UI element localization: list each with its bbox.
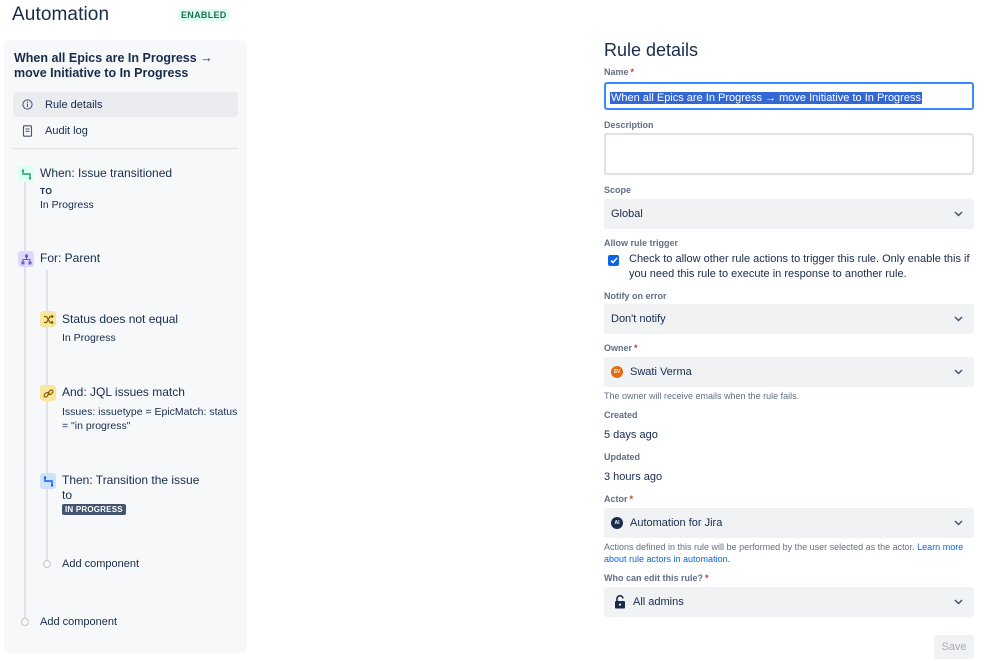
name-input[interactable]: When all Epics are In Progress → move In…: [604, 82, 974, 110]
add-component-node: [43, 560, 51, 568]
status-lozenge: IN PROGRESS: [62, 504, 126, 515]
action-title: Then: Transition the issue to: [62, 473, 200, 502]
created-value: 5 days ago: [604, 429, 658, 441]
editors-label-text: Who can edit this rule?: [604, 573, 704, 583]
rule-sidebar: When all Epics are In Progress → move In…: [4, 40, 247, 653]
editors-label: Who can edit this rule? *: [604, 573, 709, 583]
condition-status-value: In Progress: [62, 332, 116, 344]
required-marker: *: [705, 573, 709, 583]
name-input-value: When all Epics are In Progress → move In…: [610, 92, 922, 104]
transition-icon: [18, 166, 34, 182]
rule-title: When all Epics are In Progress → move In…: [14, 51, 213, 80]
description-label: Description: [604, 120, 654, 130]
condition-status-title: Status does not equal: [62, 312, 179, 326]
created-label: Created: [604, 410, 638, 420]
allow-trigger-label: Allow rule trigger: [604, 238, 679, 248]
trigger-to-value: In Progress: [40, 199, 94, 211]
chevron-down-icon: [951, 207, 965, 221]
link-icon: [40, 385, 56, 401]
info-icon: [20, 98, 34, 112]
editors-value-wrap: All admins: [611, 595, 951, 609]
editors-select[interactable]: All admins: [604, 587, 974, 617]
name-label-text: Name: [604, 67, 629, 77]
editors-value: All admins: [633, 596, 684, 608]
chevron-down-icon: [951, 595, 965, 609]
add-component-node: [21, 618, 29, 626]
sidebar-item-audit-log[interactable]: Audit log: [13, 118, 238, 143]
actor-label: Actor *: [604, 494, 633, 504]
owner-label: Owner *: [604, 343, 638, 353]
owner-select[interactable]: SV Swati Verma: [604, 357, 974, 387]
name-label: Name *: [604, 67, 634, 77]
add-component-outer-button[interactable]: Add component: [40, 616, 117, 628]
allow-trigger-row: Check to allow other rule actions to tri…: [608, 252, 974, 282]
owner-help: The owner will receive emails when the r…: [604, 391, 800, 401]
sidebar-item-rule-details[interactable]: Rule details: [13, 92, 238, 117]
scope-value: Global: [611, 208, 643, 220]
condition-jql-title: And: JQL issues match: [62, 385, 185, 399]
allow-trigger-checkbox[interactable]: [608, 255, 619, 266]
branch-title: For: Parent: [40, 251, 101, 265]
trigger-to-label: TO: [40, 186, 53, 196]
actor-select[interactable]: AI Automation for Jira: [604, 508, 974, 538]
required-marker: *: [629, 494, 634, 504]
chevron-down-icon: [951, 365, 965, 379]
shuffle-icon: [40, 311, 56, 327]
actor-value-wrap: AI Automation for Jira: [611, 517, 951, 529]
scope-select[interactable]: Global: [604, 199, 974, 229]
transition-icon: [40, 473, 56, 489]
trigger-title: When: Issue transitioned: [40, 166, 173, 180]
sidebar-item-label: Rule details: [45, 98, 103, 111]
notify-label: Notify on error: [604, 291, 667, 301]
flow-rail-outer: [24, 180, 26, 620]
actor-help-text: Actions defined in this rule will be per…: [604, 542, 918, 552]
document-icon: [20, 124, 34, 138]
actor-value: Automation for Jira: [630, 517, 723, 529]
unlock-icon: [614, 595, 626, 609]
notify-select[interactable]: Don't notify: [604, 304, 974, 334]
actor-label-text: Actor: [604, 494, 628, 504]
allow-trigger-text: Check to allow other rule actions to tri…: [629, 253, 970, 280]
sidebar-item-label: Audit log: [45, 124, 88, 137]
owner-label-text: Owner: [604, 343, 633, 353]
notify-value: Don't notify: [611, 313, 666, 325]
save-button[interactable]: Save: [934, 635, 974, 659]
form-heading: Rule details: [604, 40, 699, 60]
status-badge: ENABLED: [178, 9, 230, 21]
hierarchy-icon: [18, 251, 34, 267]
page-title: Automation: [12, 4, 110, 25]
required-marker: *: [630, 67, 635, 77]
required-marker: *: [634, 343, 638, 353]
check-icon: [609, 257, 618, 264]
avatar: AI: [611, 517, 623, 529]
chevron-down-icon: [951, 312, 965, 326]
updated-value: 3 hours ago: [604, 471, 663, 483]
owner-value-wrap: SV Swati Verma: [611, 366, 951, 378]
chevron-down-icon: [951, 516, 965, 530]
description-input[interactable]: [604, 133, 974, 175]
scope-label: Scope: [604, 185, 632, 195]
owner-value: Swati Verma: [630, 366, 692, 378]
updated-label: Updated: [604, 452, 640, 462]
actor-help: Actions defined in this rule will be per…: [604, 541, 972, 565]
divider: [13, 148, 238, 149]
page-header: Automation: [12, 4, 109, 26]
add-component-inner-button[interactable]: Add component: [62, 558, 139, 570]
condition-jql-query: Issues: issuetype = EpicMatch: status = …: [62, 406, 238, 432]
avatar: SV: [611, 366, 623, 378]
